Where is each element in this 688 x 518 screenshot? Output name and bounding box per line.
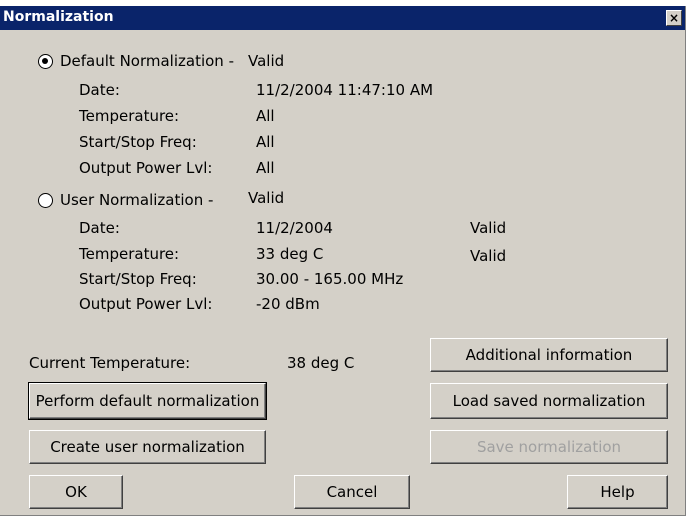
current-temperature-label: Current Temperature:: [29, 354, 191, 372]
default-normalization-status: Valid: [248, 52, 285, 70]
additional-information-button[interactable]: Additional information: [430, 338, 668, 372]
default-date-value: 11/2/2004 11:47:10 AM: [256, 81, 434, 99]
default-normalization-radio[interactable]: [38, 54, 53, 69]
default-temperature-label: Temperature:: [79, 107, 180, 125]
default-temperature-value: All: [256, 107, 275, 125]
normalization-dialog: Normalization × Default Normalization - …: [0, 6, 686, 516]
default-date-label: Date:: [79, 81, 120, 99]
help-button[interactable]: Help: [567, 475, 668, 509]
default-power-value: All: [256, 159, 275, 177]
user-normalization-label[interactable]: User Normalization -: [60, 191, 213, 209]
title-bar[interactable]: Normalization ×: [0, 6, 685, 30]
user-freq-label: Start/Stop Freq:: [79, 270, 197, 288]
default-normalization-label[interactable]: Default Normalization -: [60, 52, 234, 70]
user-power-value: -20 dBm: [256, 295, 320, 313]
default-power-label: Output Power Lvl:: [79, 159, 213, 177]
user-date-status: Valid: [470, 219, 507, 237]
load-saved-normalization-button[interactable]: Load saved normalization: [430, 383, 668, 419]
save-normalization-button[interactable]: Save normalization: [430, 430, 668, 464]
close-button[interactable]: ×: [666, 10, 682, 26]
radio-selected-dot: [42, 58, 48, 64]
ok-button[interactable]: OK: [29, 475, 123, 509]
cancel-button[interactable]: Cancel: [294, 475, 410, 509]
user-temperature-value: 33 deg C: [256, 245, 324, 263]
default-freq-label: Start/Stop Freq:: [79, 133, 197, 151]
user-date-value: 11/2/2004: [256, 219, 333, 237]
user-date-label: Date:: [79, 219, 120, 237]
user-power-label: Output Power Lvl:: [79, 295, 213, 313]
perform-default-normalization-button[interactable]: Perform default normalization: [28, 382, 267, 420]
user-temperature-status: Valid: [470, 247, 507, 265]
user-normalization-status: Valid: [248, 189, 285, 207]
user-freq-value: 30.00 - 165.00 MHz: [256, 270, 404, 288]
user-normalization-radio[interactable]: [38, 193, 53, 208]
current-temperature-value: 38 deg C: [287, 354, 355, 372]
user-temperature-label: Temperature:: [79, 245, 180, 263]
create-user-normalization-button[interactable]: Create user normalization: [29, 430, 266, 464]
window-title: Normalization: [3, 9, 114, 25]
default-freq-value: All: [256, 133, 275, 151]
